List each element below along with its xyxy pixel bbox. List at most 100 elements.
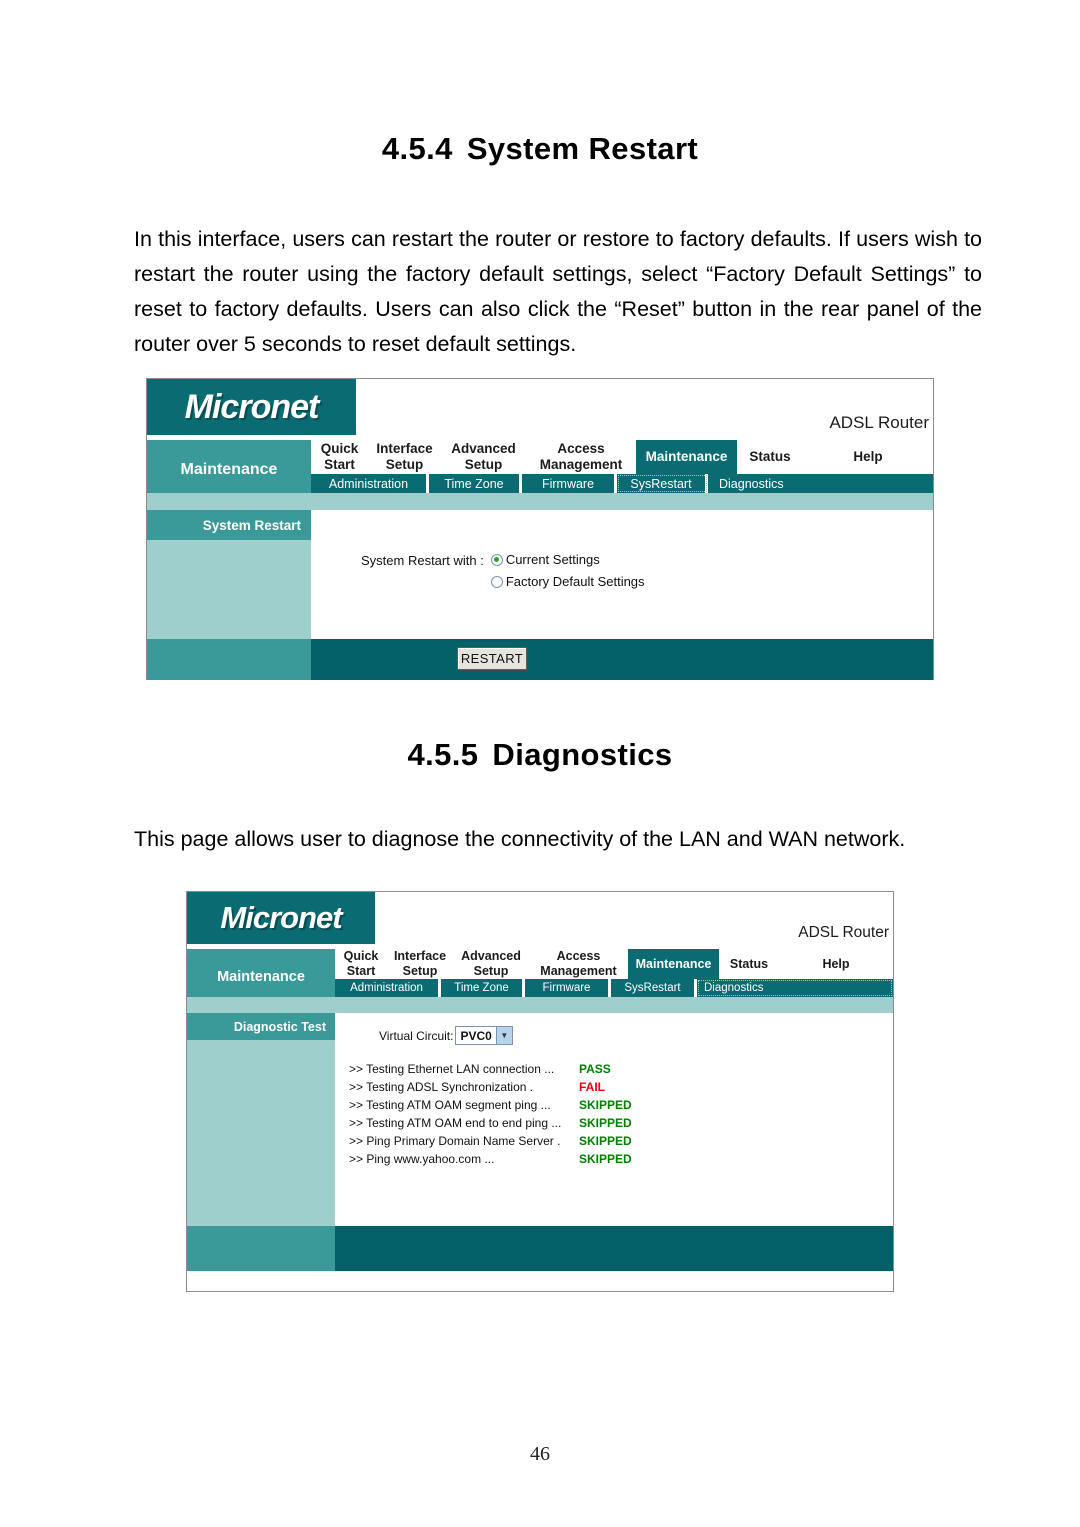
system-restart-label: System Restart with : <box>361 553 484 568</box>
model-name: ADSL Router <box>829 413 929 432</box>
tab-access-management-2[interactable]: Access Management <box>529 949 628 979</box>
diagnostic-name-4: >> Testing ATM OAM end to end ping ... <box>349 1116 562 1130</box>
virtual-circuit-label: Virtual Circuit: <box>379 1028 454 1043</box>
divider-strip-right-2 <box>335 997 893 1013</box>
content-footer: RESTART <box>147 639 933 680</box>
diagnostic-status-3: SKIPPED <box>579 1098 632 1112</box>
section-heading-system-restart: 4.5.4 System Restart <box>0 131 1080 167</box>
router-header: Micronet ADSL Router <box>147 379 933 435</box>
document-page: 4.5.4 System Restart In this interface, u… <box>0 0 1080 1527</box>
navigation-row-2: Maintenance Quick Start Interface Setup … <box>187 949 893 997</box>
section-label-maintenance: Maintenance <box>147 440 311 493</box>
diagnostic-status-2: FAIL <box>579 1080 605 1094</box>
content-area-2: Virtual Circuit: PVC0 ▼ >> Testing Ether… <box>335 1013 893 1226</box>
diagnostic-status-6: SKIPPED <box>579 1152 632 1166</box>
tab-status-2[interactable]: Status <box>719 949 779 979</box>
section-heading-diagnostics: 4.5.5 Diagnostics <box>0 737 1080 773</box>
footer-right-2 <box>335 1226 893 1271</box>
micronet-logo-2: Micronet <box>187 892 375 944</box>
footer-left <box>147 639 311 680</box>
sub-tabs: Administration Time Zone Firmware SysRes… <box>311 474 933 493</box>
subtab-administration[interactable]: Administration <box>311 474 429 493</box>
section-body-diagnostics: This page allows user to diagnose the co… <box>134 827 906 851</box>
screenshot-system-restart: Micronet ADSL Router Maintenance Quick S… <box>146 378 934 680</box>
content-body-2: Diagnostic Test Virtual Circuit: PVC0 ▼ … <box>187 1013 893 1226</box>
divider-strip-right <box>311 493 933 510</box>
divider-strip-2 <box>187 997 893 1013</box>
navigation-main: Quick Start Interface Setup Advanced Set… <box>311 440 933 493</box>
radio-current-settings-icon[interactable] <box>490 553 503 566</box>
main-tabs: Quick Start Interface Setup Advanced Set… <box>311 440 933 474</box>
radio-factory-default-icon[interactable] <box>490 575 503 588</box>
router-header-2: Micronet ADSL Router <box>187 892 893 944</box>
panel-title-diagnostic-test: Diagnostic Test <box>187 1013 335 1040</box>
virtual-circuit-select[interactable]: PVC0 ▼ <box>455 1026 513 1045</box>
navigation-row: Maintenance Quick Start Interface Setup … <box>147 440 933 493</box>
navigation-main-2: Quick Start Interface Setup Advanced Set… <box>335 949 893 997</box>
section-number: 4.5.4 <box>381 131 453 166</box>
tab-interface-setup-2[interactable]: Interface Setup <box>387 949 453 979</box>
divider-strip-left-2 <box>187 997 335 1013</box>
diagnostic-name-6: >> Ping www.yahoo.com ... <box>349 1152 495 1166</box>
panel-title-system-restart: System Restart <box>147 510 311 540</box>
micronet-logo: Micronet <box>147 379 356 435</box>
section-title: System Restart <box>466 131 699 166</box>
tab-help[interactable]: Help <box>803 440 933 474</box>
restart-option-factory[interactable]: Factory Default Settings <box>490 574 645 589</box>
system-restart-field: System Restart with : Current Settings F… <box>361 552 645 589</box>
subtab-time-zone[interactable]: Time Zone <box>429 474 522 493</box>
subtab-time-zone-2[interactable]: Time Zone <box>441 979 525 997</box>
screenshot-diagnostics: Micronet ADSL Router Maintenance Quick S… <box>186 891 894 1292</box>
router-header-right: ADSL Router <box>356 379 933 435</box>
brand-name: Micronet <box>184 387 320 426</box>
sidebar-fill <box>147 540 311 639</box>
diagnostic-name-5: >> Ping Primary Domain Name Server . <box>349 1134 561 1148</box>
restart-button[interactable]: RESTART <box>457 647 527 670</box>
diagnostic-name-2: >> Testing ADSL Synchronization . <box>349 1080 534 1094</box>
footer-right: RESTART <box>311 639 933 680</box>
restart-option-group: Current Settings Factory Default Setting… <box>490 552 645 589</box>
subtab-administration-2[interactable]: Administration <box>335 979 441 997</box>
subtab-diagnostics-2[interactable]: Diagnostics <box>697 979 893 997</box>
tab-maintenance-2[interactable]: Maintenance <box>628 949 719 980</box>
subtab-diagnostics[interactable]: Diagnostics <box>708 474 933 493</box>
sub-tabs-2: Administration Time Zone Firmware SysRes… <box>335 979 893 997</box>
diagnostic-status-1: PASS <box>579 1062 611 1076</box>
tab-advanced-setup-2[interactable]: Advanced Setup <box>453 949 529 979</box>
tab-interface-setup[interactable]: Interface Setup <box>368 440 441 474</box>
restart-option-current[interactable]: Current Settings <box>490 552 645 567</box>
model-name-2: ADSL Router <box>798 924 889 941</box>
content-area: System Restart with : Current Settings F… <box>311 510 933 639</box>
section-label-maintenance-2: Maintenance <box>187 949 335 997</box>
page-number: 46 <box>530 1443 550 1465</box>
content-sidebar-2: Diagnostic Test <box>187 1013 335 1226</box>
diagnostic-row-5: >> Ping Primary Domain Name Server . SKI… <box>349 1132 632 1150</box>
tab-maintenance[interactable]: Maintenance <box>636 440 737 474</box>
diagnostic-row-2: >> Testing ADSL Synchronization . FAIL <box>349 1078 632 1096</box>
diagnostic-row-1: >> Testing Ethernet LAN connection ... P… <box>349 1060 632 1078</box>
tab-help-2[interactable]: Help <box>779 949 893 979</box>
subtab-sysrestart-2[interactable]: SysRestart <box>611 979 697 997</box>
divider-strip-left <box>147 493 311 510</box>
diagnostic-row-6: >> Ping www.yahoo.com ... SKIPPED <box>349 1150 632 1168</box>
subtab-firmware[interactable]: Firmware <box>522 474 617 493</box>
brand-name-2: Micronet <box>220 900 342 935</box>
section-number-2: 4.5.5 <box>407 737 479 772</box>
chevron-down-icon[interactable]: ▼ <box>495 1027 512 1044</box>
tab-advanced-setup[interactable]: Advanced Setup <box>441 440 526 474</box>
diagnostic-status-4: SKIPPED <box>579 1116 632 1130</box>
tab-status[interactable]: Status <box>737 440 803 474</box>
tab-quick-start[interactable]: Quick Start <box>311 440 368 474</box>
divider-strip <box>147 493 933 510</box>
subtab-sysrestart[interactable]: SysRestart <box>617 474 708 493</box>
section-title-2: Diagnostics <box>492 737 673 772</box>
subtab-firmware-2[interactable]: Firmware <box>525 979 611 997</box>
restart-option-factory-label: Factory Default Settings <box>505 574 645 589</box>
virtual-circuit-value: PVC0 <box>460 1028 492 1043</box>
diagnostic-name-1: >> Testing Ethernet LAN connection ... <box>349 1062 555 1076</box>
diagnostic-row-3: >> Testing ATM OAM segment ping ... SKIP… <box>349 1096 632 1114</box>
content-sidebar: System Restart <box>147 510 311 639</box>
diagnostic-results-list: >> Testing Ethernet LAN connection ... P… <box>349 1060 632 1168</box>
tab-quick-start-2[interactable]: Quick Start <box>335 949 387 979</box>
tab-access-management[interactable]: Access Management <box>526 440 636 474</box>
